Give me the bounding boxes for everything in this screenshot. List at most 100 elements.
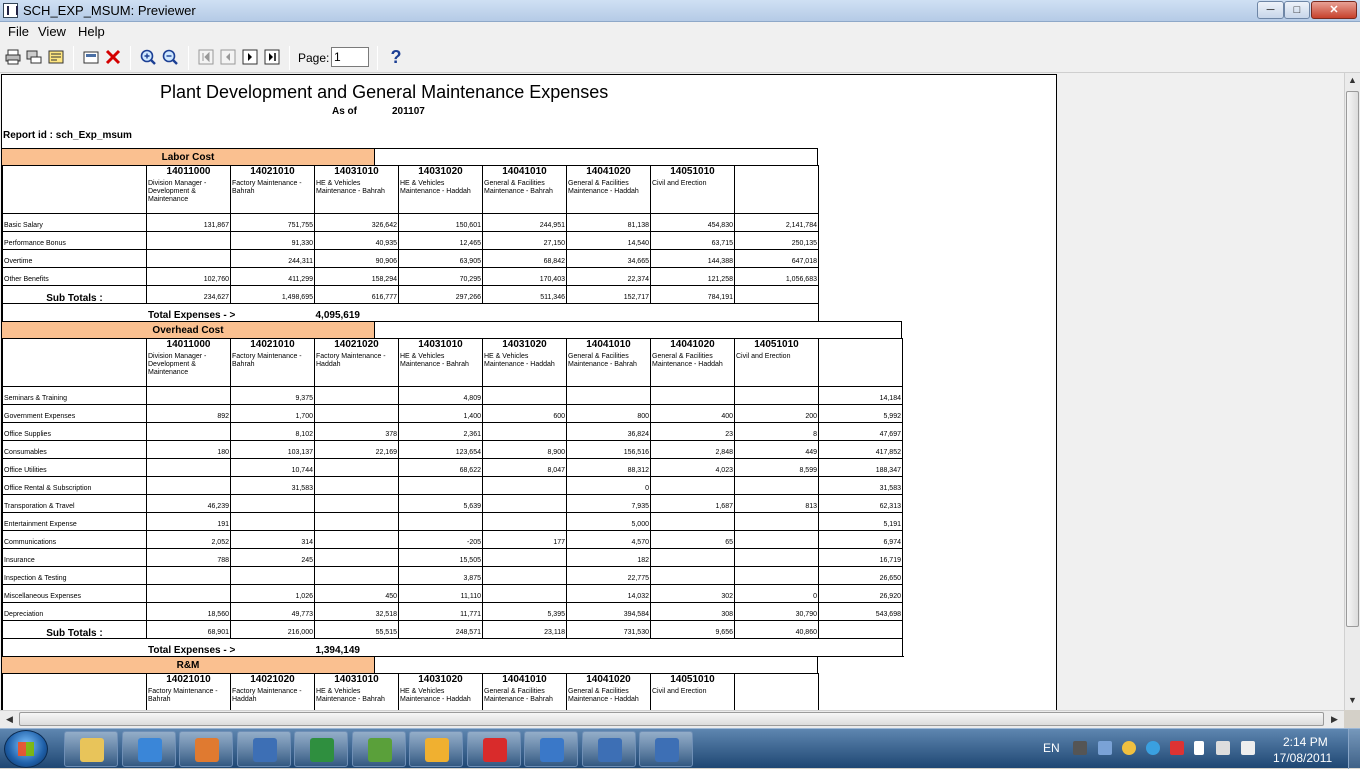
- column-header: 14041010 General & Facilities Maintenance…: [482, 673, 567, 710]
- display-icon[interactable]: [1216, 741, 1230, 755]
- volume-muted-icon[interactable]: [1241, 741, 1255, 755]
- amount-cell: 144,388: [650, 249, 735, 268]
- amount-cell: 600: [482, 404, 567, 423]
- subtotal-cell: 616,777: [314, 285, 399, 304]
- horizontal-scrollbar[interactable]: ◀ ▶: [0, 710, 1344, 728]
- expense-label: Performance Bonus: [2, 231, 147, 250]
- network-icon[interactable]: [1073, 741, 1087, 755]
- tray-messenger-icon[interactable]: [1146, 741, 1160, 755]
- amount-cell: 647,018: [734, 249, 819, 268]
- amount-cell: 3,875: [398, 566, 483, 585]
- vertical-scroll-thumb[interactable]: [1346, 91, 1359, 627]
- table-row: Office Supplies 8,102 378 2,361 36,824 23 8 47,…: [2, 422, 903, 441]
- total-expenses-value: 4,095,619: [314, 303, 483, 322]
- taskbar-app-button[interactable]: [466, 731, 521, 767]
- clock-time[interactable]: 2:14 PM: [1283, 735, 1328, 749]
- taskbar-app-button[interactable]: [64, 731, 118, 767]
- section-band: R&M: [2, 656, 818, 674]
- amount-cell: 5,639: [398, 494, 483, 513]
- page-setup-icon[interactable]: [82, 48, 100, 66]
- menu-file[interactable]: File: [8, 24, 29, 39]
- zoom-in-icon[interactable]: [139, 48, 157, 66]
- menu-view[interactable]: View: [38, 24, 66, 39]
- column-header: 14041020 General & Facilities Maintenance…: [566, 673, 651, 710]
- prev-page-icon[interactable]: [219, 48, 237, 66]
- start-button[interactable]: [4, 730, 48, 768]
- header-blank-cell: [2, 338, 147, 387]
- amount-cell: [734, 566, 819, 585]
- calc-icon: [597, 738, 622, 762]
- report-icon: [252, 738, 277, 762]
- vertical-scrollbar[interactable]: ▲ ▼: [1344, 73, 1360, 710]
- export-icon[interactable]: [47, 48, 65, 66]
- cost-center-code: 14021020: [250, 674, 295, 686]
- print-setup-icon[interactable]: [25, 48, 43, 66]
- next-page-icon[interactable]: [241, 48, 259, 66]
- column-header: 14031010 HE & Vehicles Maintenance - Bahr…: [314, 673, 399, 710]
- language-indicator[interactable]: EN: [1043, 741, 1060, 755]
- amount-cell: 68,842: [482, 249, 567, 268]
- tray-security-icon[interactable]: [1170, 741, 1184, 755]
- first-page-icon[interactable]: [197, 48, 215, 66]
- amount-cell: 8,599: [734, 458, 819, 477]
- amount-cell: 31,583: [818, 476, 903, 495]
- expense-label: Seminars & Training: [2, 386, 147, 405]
- cost-center-name: HE & Vehicles Maintenance - Bahrah: [316, 180, 385, 195]
- amount-cell: [734, 386, 819, 405]
- close-icon[interactable]: [104, 48, 122, 66]
- menu-bar: File View Help: [0, 22, 1360, 42]
- subtotal-cell: 68,901: [146, 620, 231, 639]
- close-window-button[interactable]: ✕: [1311, 1, 1357, 19]
- amount-cell: 417,852: [818, 440, 903, 459]
- taskbar-app-button[interactable]: [351, 731, 406, 767]
- action-center-icon[interactable]: [1194, 741, 1204, 755]
- amount-cell: 788: [146, 548, 231, 567]
- printer-icon[interactable]: [4, 48, 22, 66]
- frog-icon: [367, 738, 392, 762]
- scroll-down-icon[interactable]: ▼: [1345, 693, 1360, 708]
- taskbar-app-button[interactable]: [524, 731, 578, 767]
- taskbar-app-button[interactable]: [409, 731, 463, 767]
- zoom-out-icon[interactable]: [161, 48, 179, 66]
- amount-cell: 16,719: [818, 548, 903, 567]
- amount-cell: 88,312: [566, 458, 651, 477]
- amount-cell: 14,540: [566, 231, 651, 250]
- scroll-up-icon[interactable]: ▲: [1345, 73, 1360, 88]
- expense-label: Depreciation: [2, 602, 147, 621]
- expense-label: Office Supplies: [2, 422, 147, 441]
- taskbar-app-button[interactable]: [294, 731, 348, 767]
- amount-cell: 156,516: [566, 440, 651, 459]
- help-icon[interactable]: ?: [387, 48, 405, 66]
- minimize-button[interactable]: ─: [1257, 1, 1284, 19]
- total-expenses-label: Total Expenses - >: [2, 638, 315, 657]
- amount-cell: [314, 494, 399, 513]
- taskbar-app-button[interactable]: [236, 731, 291, 767]
- taskbar-app-button[interactable]: [121, 731, 176, 767]
- last-page-icon[interactable]: [263, 48, 281, 66]
- expense-label: Inspection & Testing: [2, 566, 147, 585]
- scroll-right-icon[interactable]: ▶: [1327, 712, 1342, 727]
- cost-center-name: Civil and Erection: [736, 353, 791, 360]
- subtotal-cell: [734, 285, 819, 304]
- horizontal-scroll-thumb[interactable]: [19, 712, 1324, 726]
- taskbar-app-button[interactable]: [179, 731, 233, 767]
- tray-warning-icon[interactable]: [1122, 741, 1136, 755]
- column-header-row: 14011000 Division Manager - Development &…: [2, 338, 903, 387]
- clock-date[interactable]: 17/08/2011: [1273, 751, 1332, 765]
- taskbar-app-button[interactable]: [639, 731, 693, 767]
- amount-cell: 18,560: [146, 602, 231, 621]
- amount-cell: [482, 584, 567, 603]
- amount-cell: 30,790: [734, 602, 819, 621]
- show-desktop-button[interactable]: [1348, 729, 1360, 769]
- maximize-button[interactable]: □: [1284, 1, 1310, 19]
- report-viewport[interactable]: Plant Development and General Maintenanc…: [0, 73, 1344, 710]
- menu-help[interactable]: Help: [78, 24, 105, 39]
- scroll-left-icon[interactable]: ◀: [2, 712, 17, 727]
- section-title: Overhead Cost: [2, 322, 375, 339]
- amount-cell: 158,294: [314, 267, 399, 286]
- table-row: Depreciation 18,560 49,773 32,518 11,771 5,39…: [2, 602, 903, 621]
- amount-cell: 102,760: [146, 267, 231, 286]
- taskbar-app-button[interactable]: [581, 731, 636, 767]
- tray-app-icon[interactable]: [1098, 741, 1112, 755]
- page-number-input[interactable]: [331, 47, 369, 67]
